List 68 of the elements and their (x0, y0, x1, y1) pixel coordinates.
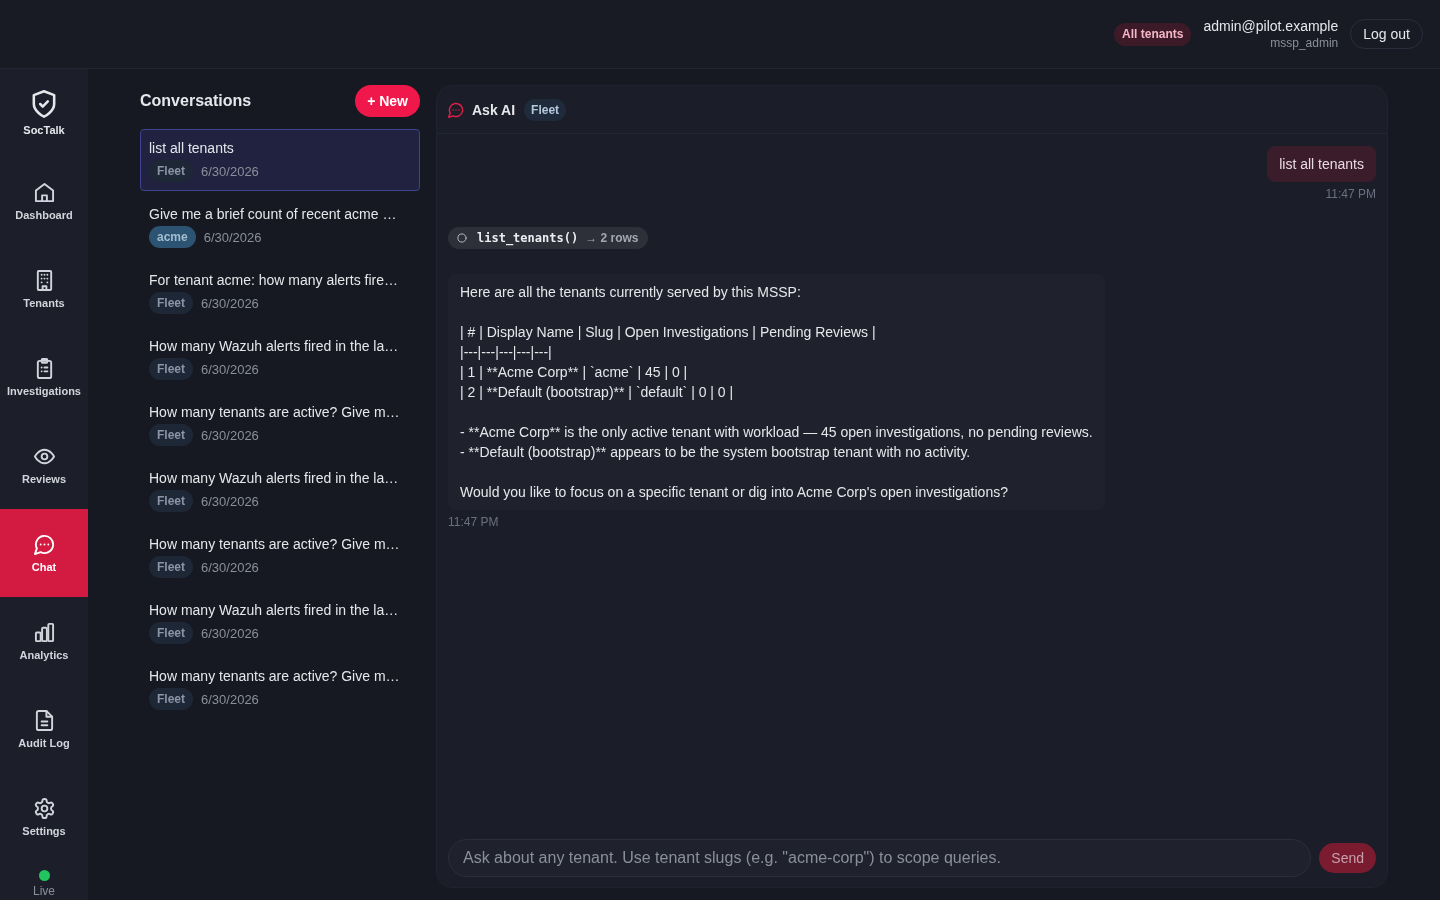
conversation-title: How many Wazuh alerts fired in the la… (149, 469, 400, 488)
conversation-date: 6/30/2026 (201, 625, 259, 641)
nav-item[interactable]: Investigations (0, 333, 88, 421)
conversation-title: How many Wazuh alerts fired in the la… (149, 601, 400, 620)
conversation-item[interactable]: For tenant acme: how many alerts fire… Fleet 6/30/2026 (140, 261, 420, 323)
conversation-item[interactable]: How many tenants are active? Give m… Fleet 6/30/2026 (140, 393, 420, 455)
panel-title: Conversations (140, 92, 252, 110)
scope-tag: Fleet (149, 490, 193, 512)
conversation-item[interactable]: How many Wazuh alerts fired in the la… Fleet 6/30/2026 (140, 459, 420, 521)
nav-item[interactable]: Audit Log (0, 685, 88, 773)
conversation-date: 6/30/2026 (201, 295, 259, 311)
nav-item[interactable]: Settings (0, 773, 88, 861)
conversation-title: How many tenants are active? Give m… (149, 403, 401, 422)
tool-result: → 2 rows (585, 231, 639, 245)
scope-badge: Fleet (524, 98, 567, 121)
gear-icon (33, 797, 55, 819)
conversation-date: 6/30/2026 (201, 493, 259, 509)
scope-tag: acme (149, 226, 196, 248)
assistant-message: Here are all the tenants currently served by this MSSP: | # | Display Name | Slug | Open Investigations | Pending Reviews | |---|---|---|---|---| | 1 | **Acme Corp** | `acme` | 45 | 0 | | 2 | **Default (bootstrap)** | `default` | 0 | 0 | - **Acme Corp** is the only active tenant with workload — 45 open investigations, no pending reviews. - **Default (bootstrap)** appears to be the system bootstrap tenant with no activity. Would you like to focus on a specific tenant or dig into Acme Corp's open investigations? (448, 274, 1105, 510)
chat-bubble-icon (448, 101, 464, 118)
conversation-title: Give me a brief count of recent acme … (149, 205, 398, 224)
conversation-item[interactable]: How many tenants are active? Give m… Fleet 6/30/2026 (140, 525, 420, 587)
conversation-item[interactable]: list all tenants Fleet 6/30/2026 (140, 129, 420, 191)
message-time: 11:47 PM (1325, 186, 1376, 202)
scope-tag: Fleet (149, 160, 193, 182)
conversation-date: 6/30/2026 (201, 691, 259, 707)
shield-check-icon (30, 90, 58, 118)
nav-item[interactable]: Reviews (0, 421, 88, 509)
conversation-date: 6/30/2026 (201, 427, 259, 443)
conversation-title: For tenant acme: how many alerts fire… (149, 271, 399, 290)
message-input[interactable]: Ask about any tenant. Use tenant slugs (e.g. "acme-corp") to scope queries. (448, 839, 1312, 877)
conversation-item[interactable]: Give me a brief count of recent acme … acme 6/30/2026 (140, 195, 420, 257)
scope-tag: Fleet (149, 358, 193, 380)
conversation-title: How many tenants are active? Give m… (149, 535, 401, 554)
message-time: 11:47 PM (448, 514, 499, 530)
scope-badge: All tenants (1114, 22, 1192, 46)
user-role: mssp_admin (1270, 35, 1339, 51)
scope-tag: Fleet (149, 292, 193, 314)
nav-item[interactable]: Dashboard (0, 157, 88, 245)
chat-title: Ask AI (472, 101, 516, 118)
status-label: Live (33, 884, 55, 898)
conversation-date: 6/30/2026 (201, 163, 259, 179)
conversation-item[interactable]: How many Wazuh alerts fired in the la… Fleet 6/30/2026 (140, 327, 420, 389)
conversation-date: 6/30/2026 (203, 229, 262, 245)
scope-tag: Fleet (149, 556, 193, 578)
conversation-title: list all tenants (149, 139, 235, 158)
conversation-item[interactable]: How many tenants are active? Give m… Fleet 6/30/2026 (140, 657, 420, 719)
nav-item[interactable]: Chat (0, 509, 88, 597)
nav-item[interactable]: Tenants (0, 245, 88, 333)
tool-name: list_tenants() (477, 231, 579, 245)
chat-bubble-icon (33, 533, 55, 555)
brand-name: SocTalk (23, 124, 65, 136)
conversation-title: How many Wazuh alerts fired in the la… (149, 337, 400, 356)
user-email: admin@pilot.example (1203, 17, 1339, 35)
conversation-item[interactable]: How many Wazuh alerts fired in the la… Fleet 6/30/2026 (140, 591, 420, 653)
house-icon (33, 181, 55, 203)
user-message: list all tenants (1267, 146, 1376, 182)
conversation-date: 6/30/2026 (201, 361, 259, 377)
document-icon (33, 709, 55, 731)
scope-tag: Fleet (149, 424, 193, 446)
ring-icon (457, 233, 467, 243)
scope-tag: Fleet (149, 622, 193, 644)
bar-chart-icon (33, 621, 55, 643)
conversation-date: 6/30/2026 (201, 559, 259, 575)
scope-tag: Fleet (149, 688, 193, 710)
new-conversation-button[interactable]: + New (355, 85, 420, 117)
nav-item[interactable]: Analytics (0, 597, 88, 685)
conversation-title: How many tenants are active? Give m… (149, 667, 401, 686)
